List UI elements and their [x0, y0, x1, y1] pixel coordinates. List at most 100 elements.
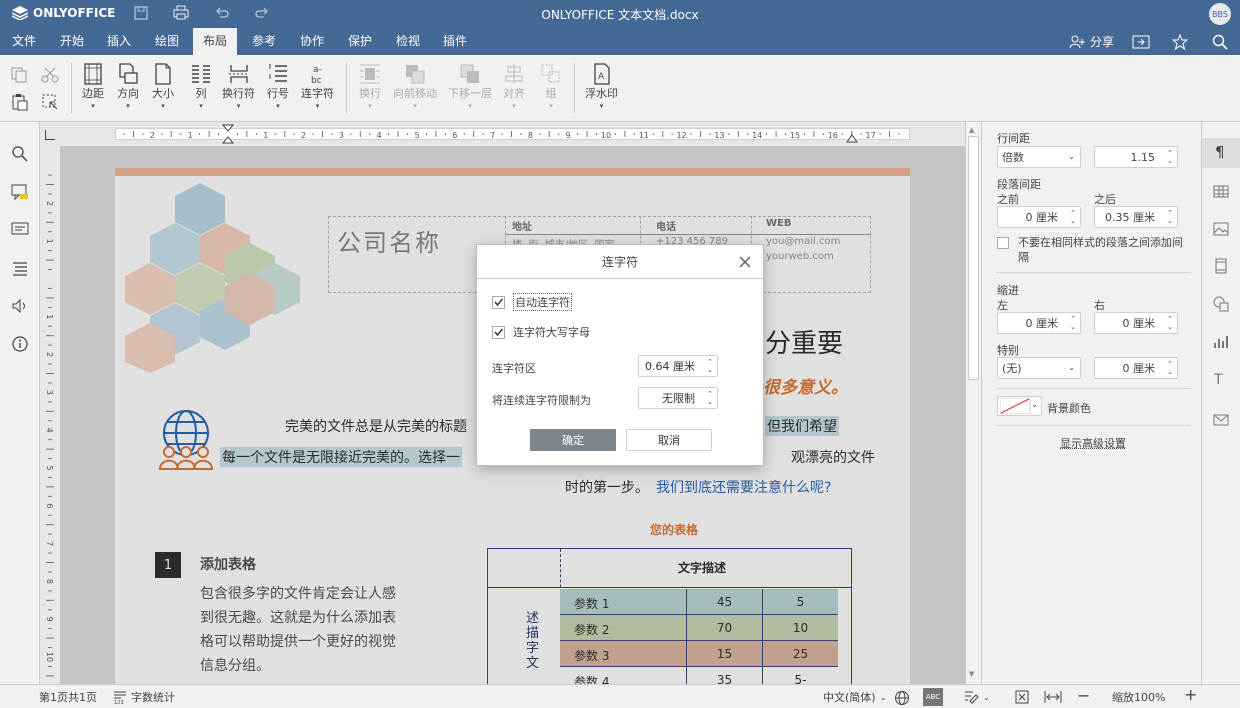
hyphenation-button[interactable]: a-bc 连字符 ▾	[301, 63, 334, 110]
tab-layout[interactable]: 布局	[193, 28, 238, 55]
cut-icon[interactable]	[41, 67, 59, 83]
about-info-icon[interactable]	[10, 334, 30, 354]
zoom-level[interactable]: 缩放100%	[1112, 689, 1165, 705]
mail-merge-icon[interactable]	[1211, 410, 1231, 430]
special-indent-select[interactable]: (无) ⌄	[997, 357, 1081, 379]
spacing-before-input[interactable]: 0 厘米 ⌃ ⌄	[997, 206, 1081, 228]
open-location-icon[interactable]	[1132, 34, 1150, 50]
scrollbar-thumb[interactable]	[968, 136, 979, 380]
line-spacing-value-input[interactable]: 1.15 ⌃ ⌄	[1094, 146, 1178, 168]
vertical-ruler[interactable]: 32112345678910	[40, 146, 60, 684]
paste-icon[interactable]	[11, 93, 29, 111]
background-color-picker[interactable]: ⌄	[997, 396, 1042, 416]
table-settings-icon[interactable]	[1211, 182, 1231, 202]
speech-icon[interactable]	[10, 296, 30, 316]
fit-page-icon[interactable]	[1015, 690, 1029, 704]
no-space-checkbox[interactable]	[997, 237, 1009, 249]
consecutive-limit-input[interactable]: 无限制 ⌃ ⌄	[638, 387, 718, 409]
document-language-globe-icon[interactable]	[894, 690, 910, 706]
ruler-number: 2	[45, 201, 54, 206]
language-select[interactable]: 中文(简体) ⌄	[823, 689, 886, 705]
bring-forward-button[interactable]: 向前移动 ▾	[393, 63, 437, 110]
ruler-number: 4	[377, 131, 382, 140]
fit-width-icon[interactable]	[1044, 690, 1062, 704]
line-numbers-button[interactable]: 行号 ▾	[267, 63, 289, 110]
no-space-label: 不要在相同样式的段落之间添加间隔	[1018, 236, 1183, 264]
hyphenate-caps-checkbox[interactable]: 连字符大写字母	[492, 324, 590, 340]
tab-insert[interactable]: 插入	[97, 28, 141, 55]
show-advanced-settings-link[interactable]: 显示高级设置	[1060, 435, 1126, 451]
user-avatar[interactable]: BBS	[1209, 3, 1231, 25]
track-changes-button[interactable]: ⌄	[963, 689, 990, 705]
breaks-button[interactable]: 换行符 ▾	[222, 63, 255, 110]
cancel-button[interactable]: 取消	[626, 429, 712, 451]
tab-file[interactable]: 文件	[2, 28, 46, 55]
checkmark-icon	[494, 298, 504, 306]
tab-view[interactable]: 检视	[386, 28, 430, 55]
favorite-star-icon[interactable]	[1172, 33, 1188, 50]
word-count-button[interactable]: 123 字数统计	[113, 689, 175, 705]
zoom-out-button[interactable]: −	[1077, 686, 1090, 705]
ruler-number: 8	[528, 131, 533, 140]
hyphenation-zone-input[interactable]: 0.64 厘米 ⌃ ⌄	[638, 355, 718, 377]
right-indent-marker[interactable]	[846, 132, 858, 144]
zoom-in-button[interactable]: +	[1184, 685, 1197, 704]
tab-home[interactable]: 开始	[50, 28, 94, 55]
svg-text:bc: bc	[311, 76, 322, 85]
page-info[interactable]: 第1页共1页	[39, 689, 97, 705]
vertical-scrollbar[interactable]: ▲ ▼	[965, 122, 981, 684]
special-indent-amount-input[interactable]: 0 厘米 ⌃ ⌄	[1094, 357, 1178, 379]
chat-icon[interactable]	[10, 220, 30, 240]
tab-draw[interactable]: 绘图	[145, 28, 189, 55]
text-art-settings-icon[interactable]: T	[1214, 372, 1223, 388]
tab-stop-selector[interactable]	[45, 130, 55, 140]
hyphenate-caps-label: 连字符大写字母	[513, 326, 590, 339]
image-settings-icon[interactable]	[1211, 219, 1231, 239]
indent-right-input[interactable]: 0 厘米 ⌃ ⌄	[1094, 312, 1178, 334]
line-spacing-type-select[interactable]: 倍数 ⌄	[997, 146, 1081, 168]
tab-plugins[interactable]: 插件	[433, 28, 477, 55]
header-footer-settings-icon[interactable]	[1211, 256, 1231, 276]
auto-hyphenation-label: 自动连字符	[513, 293, 572, 311]
vertical-ruler-ticks: 32112345678910	[45, 168, 54, 677]
indent-right-label: 右	[1094, 299, 1105, 312]
hyphenation-dialog: 连字符 自动连字符 连字符大写字母 连字符区 0.64 厘米 ⌃ ⌄ 将连续连字符限…	[476, 244, 764, 466]
spacing-after-input[interactable]: 0.35 厘米 ⌃ ⌄	[1094, 206, 1178, 228]
watermark-button[interactable]: A 浮水印 ▾	[585, 63, 618, 110]
size-button[interactable]: 大小 ▾	[152, 63, 174, 110]
group-button[interactable]: 组 ▾	[540, 63, 562, 110]
close-icon[interactable]	[737, 254, 753, 270]
columns-button[interactable]: 列 ▾	[190, 63, 212, 110]
auto-hyphenation-checkbox[interactable]: 自动连字符	[492, 293, 572, 311]
tab-collaboration[interactable]: 协作	[290, 28, 334, 55]
share-button[interactable]: 分享	[1069, 33, 1114, 50]
navigation-icon[interactable]	[10, 258, 30, 278]
ok-button[interactable]: 确定	[530, 429, 616, 451]
align-button[interactable]: 对齐 ▾	[503, 63, 525, 110]
comments-icon[interactable]	[10, 182, 30, 202]
ribbon-toolbar: 边距 ▾ 方向 ▾ 大小 ▾ 列 ▾ 换行符 ▾ 行号 ▾ a-bc 连字符 ▾ 换行 ▾ 向前…	[0, 55, 1240, 122]
ruler-number: 2	[45, 352, 54, 357]
select-all-icon[interactable]	[41, 93, 59, 111]
horizontal-ruler[interactable]: 2 1 1 2 3 4 5 6 7 8 9 10 11 12 13 14 15 16 17	[40, 122, 965, 146]
ruler-number: 14	[752, 131, 762, 140]
paragraph-settings-tab[interactable]: ¶	[1202, 138, 1240, 168]
indent-marker[interactable]	[222, 124, 234, 146]
shape-settings-icon[interactable]	[1211, 294, 1231, 314]
tab-references[interactable]: 参考	[242, 28, 286, 55]
indent-left-input[interactable]: 0 厘米 ⌃ ⌄	[997, 312, 1081, 334]
margins-button[interactable]: 边距 ▾	[82, 63, 104, 110]
search-icon[interactable]	[10, 144, 30, 164]
ruler-number: 17	[866, 131, 876, 140]
search-icon[interactable]	[1212, 34, 1228, 50]
orientation-button[interactable]: 方向 ▾	[117, 63, 139, 110]
no-color-icon	[1000, 398, 1031, 414]
copy-icon[interactable]	[11, 67, 29, 83]
chart-settings-icon[interactable]	[1211, 332, 1231, 352]
send-backward-button[interactable]: 下移一层 ▾	[448, 63, 492, 110]
spellcheck-icon[interactable]: ABC	[923, 688, 943, 706]
tab-protection[interactable]: 保护	[338, 28, 382, 55]
wrap-button[interactable]: 换行 ▾	[359, 63, 381, 110]
group-label: 组	[545, 87, 557, 100]
ruler-number: 7	[45, 541, 54, 546]
